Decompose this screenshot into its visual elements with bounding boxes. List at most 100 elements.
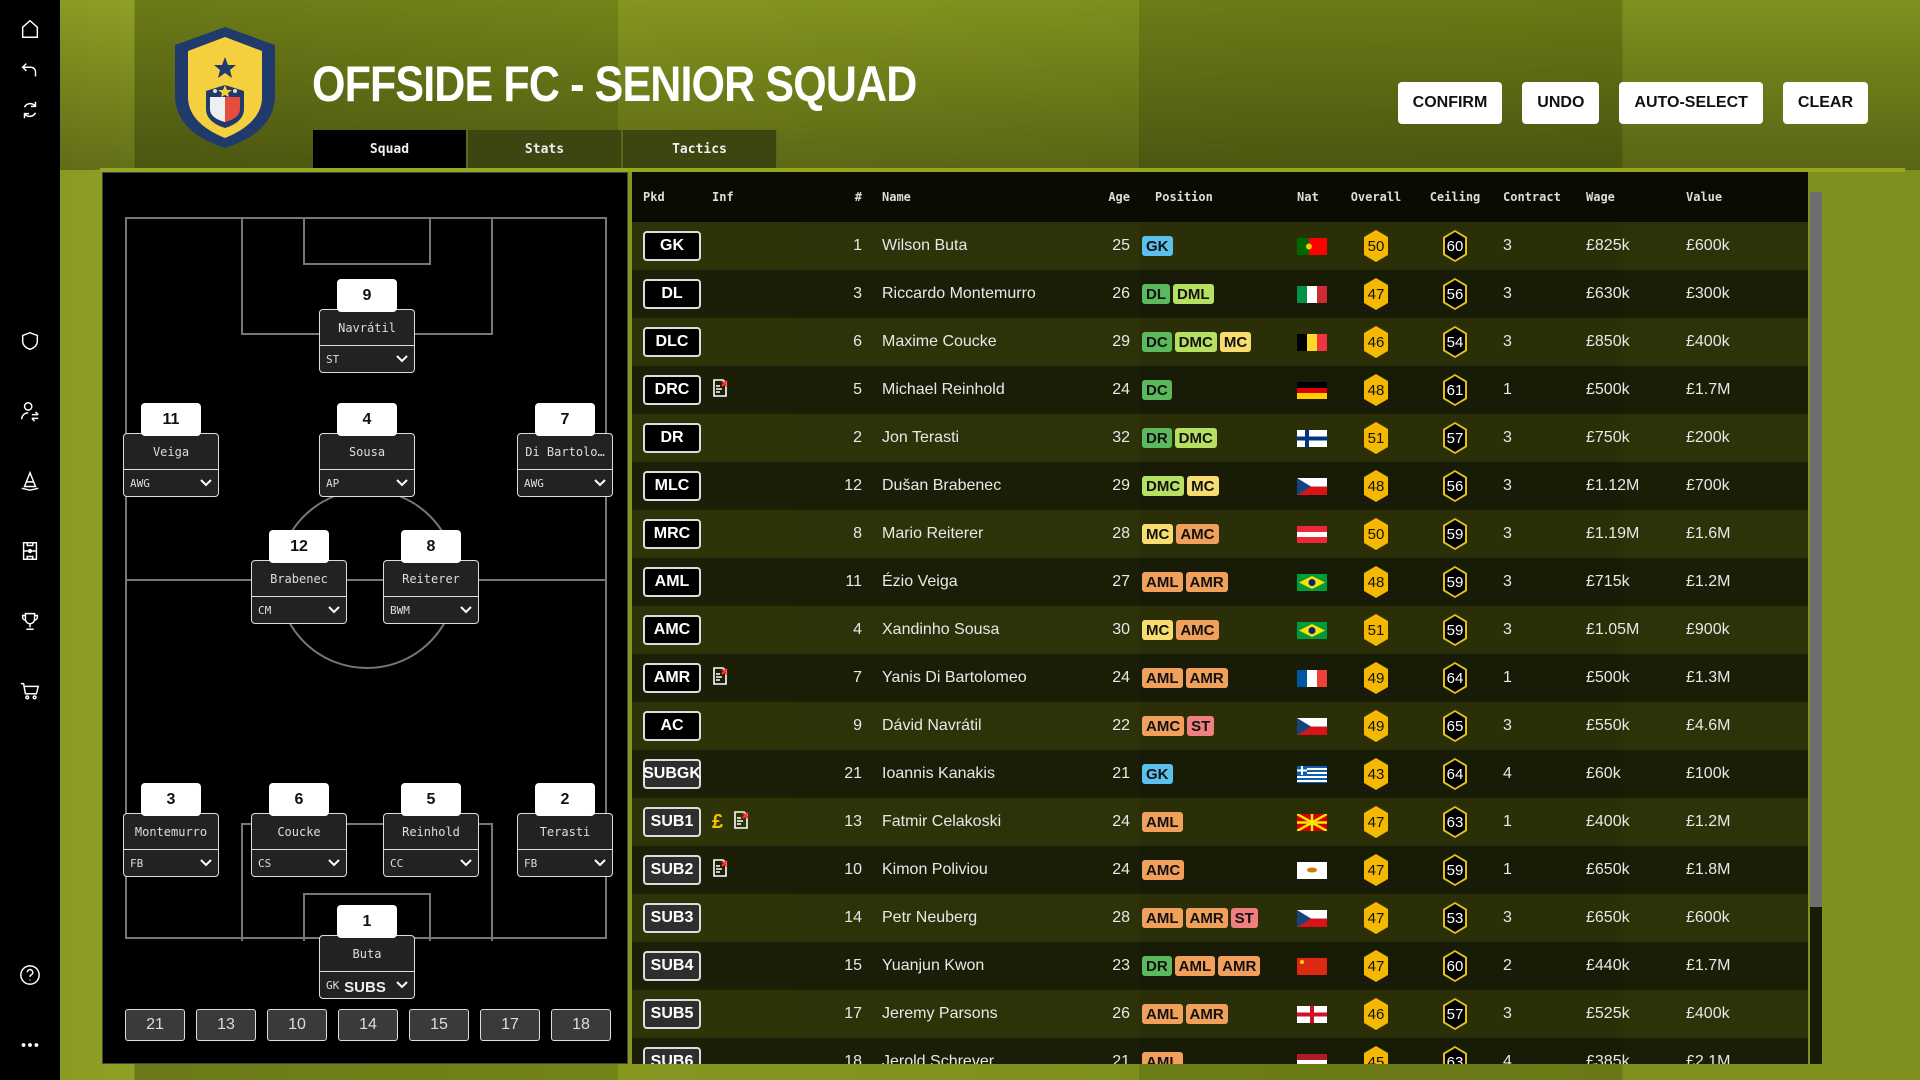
picked-slot-button[interactable]: AC bbox=[643, 711, 701, 741]
col-overall[interactable]: Overall bbox=[1337, 190, 1415, 204]
player-card-mrc[interactable]: 8 Reiterer BWM bbox=[383, 530, 479, 624]
player-name[interactable]: Petr Neuberg bbox=[874, 909, 1090, 927]
player-card-aml[interactable]: 11 Veiga AWG bbox=[123, 403, 219, 497]
table-row[interactable]: SUB2 10 Kimon Poliviou 24 AMC 47 59 1 £6… bbox=[632, 846, 1808, 894]
col-inf[interactable]: Inf bbox=[702, 190, 812, 204]
scrollbar-thumb[interactable] bbox=[1810, 192, 1822, 907]
table-row[interactable]: SUB3 14 Petr Neuberg 28 AML AMR ST 47 53 3… bbox=[632, 894, 1808, 942]
auto-select-button[interactable]: AUTO-SELECT bbox=[1619, 82, 1763, 124]
player-name[interactable]: Jerold Schrever bbox=[874, 1053, 1090, 1064]
role-dropdown[interactable]: BWM bbox=[384, 597, 478, 623]
role-dropdown[interactable]: CM bbox=[252, 597, 346, 623]
picked-slot-button[interactable]: MRC bbox=[643, 519, 701, 549]
table-scrollbar[interactable] bbox=[1810, 192, 1822, 1064]
table-row[interactable]: AMC 4 Xandinho Sousa 30 MC AMC 51 59 3 £1… bbox=[632, 606, 1808, 654]
player-name[interactable]: Jeremy Parsons bbox=[874, 1005, 1090, 1023]
col-age[interactable]: Age bbox=[1090, 190, 1130, 204]
picked-slot-button[interactable]: DLC bbox=[643, 327, 701, 357]
player-card-dr[interactable]: 2 Terasti FB bbox=[517, 783, 613, 877]
player-name[interactable]: Mario Reiterer bbox=[874, 525, 1090, 543]
pitch-icon[interactable] bbox=[15, 536, 45, 566]
player-name[interactable]: Ioannis Kanakis bbox=[874, 765, 1090, 783]
col-nat[interactable]: Nat bbox=[1287, 190, 1337, 204]
role-dropdown[interactable]: FB bbox=[124, 850, 218, 876]
table-row[interactable]: DL 3 Riccardo Montemurro 26 DL DML 47 56 … bbox=[632, 270, 1808, 318]
picked-slot-button[interactable]: SUB3 bbox=[643, 903, 701, 933]
player-name[interactable]: Xandinho Sousa bbox=[874, 621, 1090, 639]
picked-slot-button[interactable]: DR bbox=[643, 423, 701, 453]
player-name[interactable]: Dušan Brabenec bbox=[874, 477, 1090, 495]
player-card-mlc[interactable]: 12 Brabenec CM bbox=[251, 530, 347, 624]
table-row[interactable]: MLC 12 Dušan Brabenec 29 DMC MC 48 56 3 £… bbox=[632, 462, 1808, 510]
role-dropdown[interactable]: ST bbox=[320, 346, 414, 372]
table-row[interactable]: AMR 7 Yanis Di Bartolomeo 24 AML AMR 49 6… bbox=[632, 654, 1808, 702]
sub-slot-button[interactable]: 18 bbox=[551, 1009, 611, 1041]
picked-slot-button[interactable]: SUB4 bbox=[643, 951, 701, 981]
table-row[interactable]: AC 9 Dávid Navrátil 22 AMC ST 49 65 3 £55… bbox=[632, 702, 1808, 750]
clear-button[interactable]: CLEAR bbox=[1782, 82, 1868, 124]
sub-slot-button[interactable]: 13 bbox=[196, 1009, 256, 1041]
table-row[interactable]: DR 2 Jon Terasti 32 DR DMC 51 57 3 £750k … bbox=[632, 414, 1808, 462]
player-name[interactable]: Riccardo Montemurro bbox=[874, 285, 1090, 303]
sub-slot-button[interactable]: 10 bbox=[267, 1009, 327, 1041]
player-name[interactable]: Ézio Veiga bbox=[874, 573, 1090, 591]
table-row[interactable]: MRC 8 Mario Reiterer 28 MC AMC 50 59 3 £1… bbox=[632, 510, 1808, 558]
undo-button[interactable]: UNDO bbox=[1522, 82, 1600, 124]
col-wage[interactable]: Wage bbox=[1580, 190, 1680, 204]
picked-slot-button[interactable]: SUB2 bbox=[643, 855, 701, 885]
player-name[interactable]: Yuanjun Kwon bbox=[874, 957, 1090, 975]
table-row[interactable]: DLC 6 Maxime Coucke 29 DC DMC MC 46 54 3 £… bbox=[632, 318, 1808, 366]
cone-icon[interactable] bbox=[15, 466, 45, 496]
role-dropdown[interactable]: AWG bbox=[518, 470, 612, 496]
table-row[interactable]: AML 11 Ézio Veiga 27 AML AMR 48 59 3 £715… bbox=[632, 558, 1808, 606]
col-contract[interactable]: Contract bbox=[1495, 190, 1580, 204]
help-icon[interactable] bbox=[15, 960, 45, 990]
sub-slot-button[interactable]: 17 bbox=[480, 1009, 540, 1041]
picked-slot-button[interactable]: SUB1 bbox=[643, 807, 701, 837]
col-value[interactable]: Value bbox=[1680, 190, 1790, 204]
player-card-drc[interactable]: 5 Reinhold CC bbox=[383, 783, 479, 877]
role-dropdown[interactable]: AWG bbox=[124, 470, 218, 496]
table-row[interactable]: SUBGK 21 Ioannis Kanakis 21 GK 43 64 4 £… bbox=[632, 750, 1808, 798]
cart-icon[interactable] bbox=[15, 676, 45, 706]
col-position[interactable]: Position bbox=[1130, 190, 1287, 204]
picked-slot-button[interactable]: AML bbox=[643, 567, 701, 597]
player-card-dl[interactable]: 3 Montemurro FB bbox=[123, 783, 219, 877]
picked-slot-button[interactable]: AMC bbox=[643, 615, 701, 645]
role-dropdown[interactable]: CC bbox=[384, 850, 478, 876]
table-row[interactable]: SUB5 17 Jeremy Parsons 26 AML AMR 46 57 3… bbox=[632, 990, 1808, 1038]
picked-slot-button[interactable]: AMR bbox=[643, 663, 701, 693]
confirm-button[interactable]: CONFIRM bbox=[1397, 82, 1503, 124]
player-name[interactable]: Dávid Navrátil bbox=[874, 717, 1090, 735]
player-name[interactable]: Yanis Di Bartolomeo bbox=[874, 669, 1090, 687]
col-pkd[interactable]: Pkd bbox=[632, 190, 702, 204]
picked-slot-button[interactable]: DL bbox=[643, 279, 701, 309]
table-row[interactable]: GK 1 Wilson Buta 25 GK 50 60 3 £825k £60… bbox=[632, 222, 1808, 270]
player-name[interactable]: Fatmir Celakoski bbox=[874, 813, 1090, 831]
table-row[interactable]: SUB6 18 Jerold Schrever 21 AML 45 63 4 £… bbox=[632, 1038, 1808, 1064]
tab-stats[interactable]: Stats bbox=[468, 130, 623, 168]
sub-slot-button[interactable]: 14 bbox=[338, 1009, 398, 1041]
player-name[interactable]: Michael Reinhold bbox=[874, 381, 1090, 399]
col-number[interactable]: # bbox=[812, 190, 874, 204]
table-row[interactable]: SUB4 15 Yuanjun Kwon 23 DR AML AMR 47 60 2… bbox=[632, 942, 1808, 990]
picked-slot-button[interactable]: GK bbox=[643, 231, 701, 261]
player-name[interactable]: Jon Terasti bbox=[874, 429, 1090, 447]
sub-slot-button[interactable]: 21 bbox=[125, 1009, 185, 1041]
home-icon[interactable] bbox=[15, 14, 45, 44]
player-name[interactable]: Wilson Buta bbox=[874, 237, 1090, 255]
sub-slot-button[interactable]: 15 bbox=[409, 1009, 469, 1041]
tab-squad[interactable]: Squad bbox=[313, 130, 468, 168]
trophy-icon[interactable] bbox=[15, 606, 45, 636]
col-name[interactable]: Name bbox=[874, 190, 1090, 204]
player-card-amr[interactable]: 7 Di Bartolo… AWG bbox=[517, 403, 613, 497]
picked-slot-button[interactable]: SUBGK bbox=[643, 759, 701, 789]
table-row[interactable]: DRC 5 Michael Reinhold 24 DC 48 61 1 £50… bbox=[632, 366, 1808, 414]
picked-slot-button[interactable]: SUB5 bbox=[643, 999, 701, 1029]
picked-slot-button[interactable]: DRC bbox=[643, 375, 701, 405]
role-dropdown[interactable]: FB bbox=[518, 850, 612, 876]
refresh-icon[interactable] bbox=[15, 95, 45, 125]
role-dropdown[interactable]: AP bbox=[320, 470, 414, 496]
player-card-amc[interactable]: 4 Sousa AP bbox=[319, 403, 415, 497]
user-transfer-icon[interactable] bbox=[15, 396, 45, 426]
